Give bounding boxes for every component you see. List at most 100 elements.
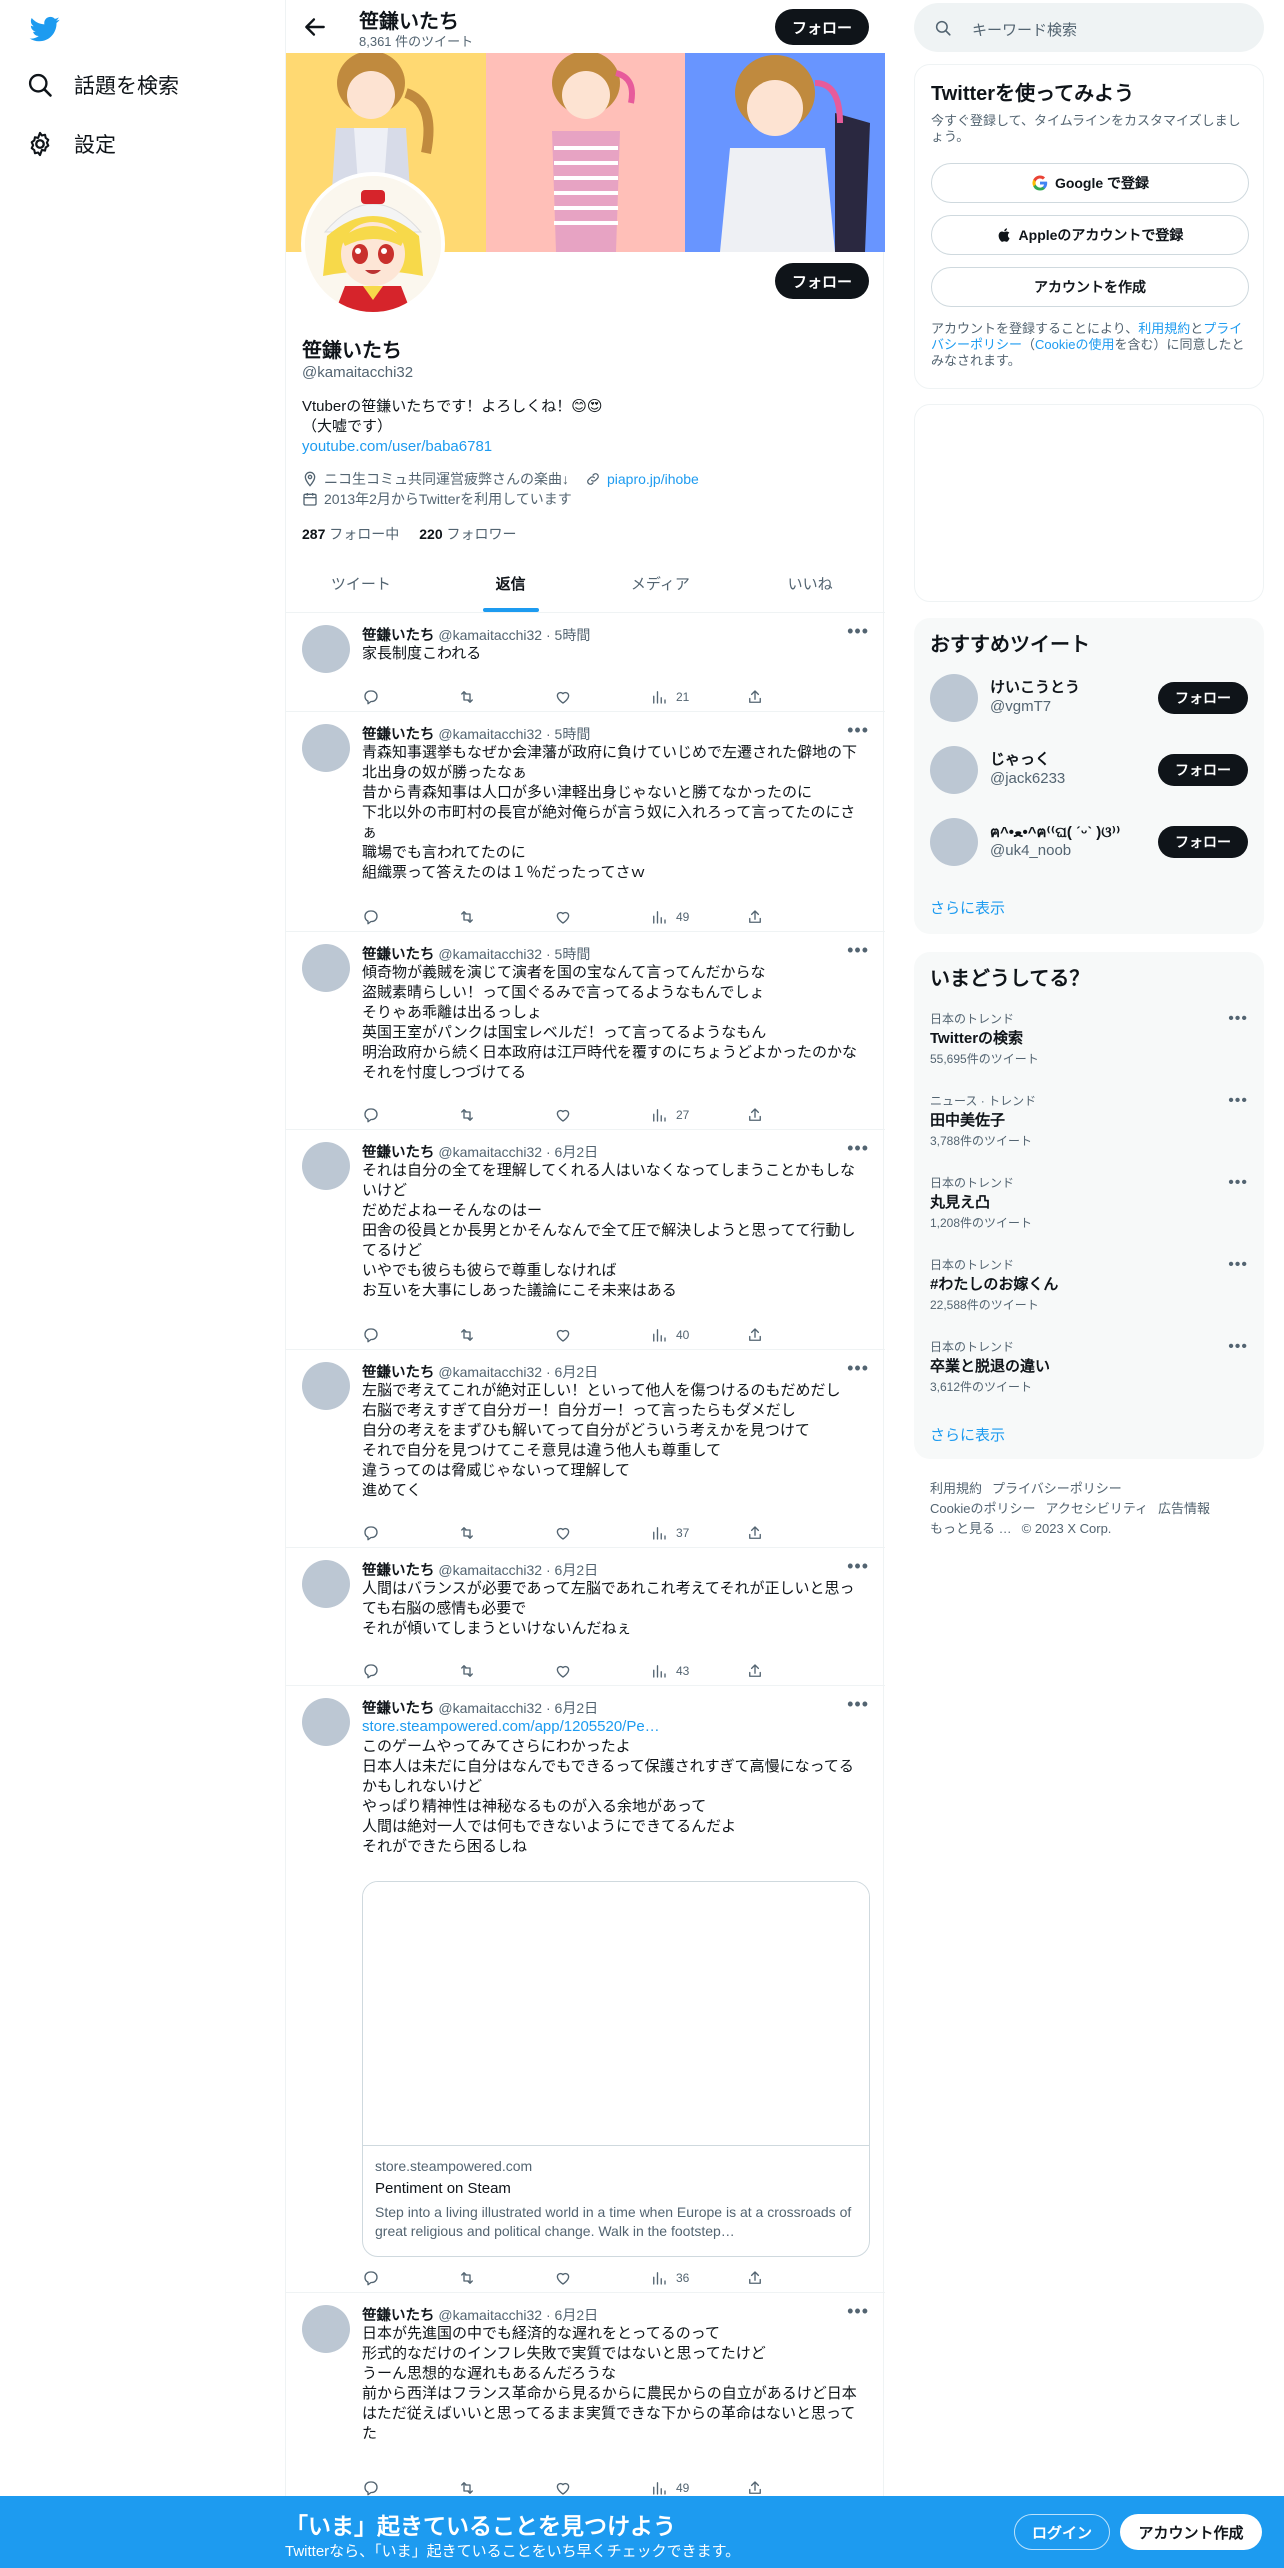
avatar[interactable] xyxy=(302,1560,350,1608)
more-options-icon[interactable]: ••• xyxy=(847,1358,869,1379)
views-button[interactable]: 36 xyxy=(650,2269,689,2287)
tweet-meta[interactable]: @kamaitacchi32 · 6月2日 xyxy=(438,1700,598,1716)
more-options-icon[interactable]: ••• xyxy=(847,940,869,961)
avatar[interactable] xyxy=(302,1142,350,1190)
more-options-icon[interactable]: ••• xyxy=(1228,1092,1248,1110)
retweet-button[interactable] xyxy=(458,688,476,706)
following-stat[interactable]: 287 フォロー中 xyxy=(302,524,399,544)
signup-button[interactable]: アカウント作成 xyxy=(1120,2514,1262,2550)
recommend-user[interactable]: けいこうとう @vgmT7 フォロー xyxy=(930,672,1248,724)
tweet-meta[interactable]: @kamaitacchi32 · 5時間 xyxy=(438,627,590,643)
footer-link[interactable]: Cookieのポリシー xyxy=(930,1501,1035,1516)
trend-item[interactable]: ニュース · トレンド 田中美佐子 3,788件のツイート ••• xyxy=(930,1092,1248,1162)
tweet-author-name[interactable]: 笹鎌いたち xyxy=(362,1365,435,1381)
followers-stat[interactable]: 220 フォロワー xyxy=(419,524,516,544)
footer-link[interactable]: アクセシビリティ xyxy=(1045,1501,1148,1516)
more-options-icon[interactable]: ••• xyxy=(847,1694,869,1715)
like-button[interactable] xyxy=(554,1524,572,1542)
recommend-user-name[interactable]: じゃっく xyxy=(990,748,1050,769)
cookie-link[interactable]: Cookieの使用 xyxy=(1035,337,1114,352)
recommend-user-name[interactable]: ฅ^•ﻌ•^ฅ⁽⁽ଘ( ˊᵕˋ )ଓ⁾⁾ xyxy=(990,820,1120,844)
footer-link[interactable]: 利用規約 xyxy=(930,1481,982,1496)
tweet-link[interactable]: store.steampowered.com/app/1205520/Pe… xyxy=(362,1717,872,1737)
reply-button[interactable] xyxy=(362,908,380,926)
share-button[interactable] xyxy=(746,1326,764,1344)
retweet-button[interactable] xyxy=(458,908,476,926)
views-button[interactable]: 43 xyxy=(650,1662,689,1680)
reply-button[interactable] xyxy=(362,2479,380,2497)
tweet-author-name[interactable]: 笹鎌いたち xyxy=(362,727,435,743)
profile-follow-button[interactable]: フォロー xyxy=(775,263,869,299)
like-button[interactable] xyxy=(554,2269,572,2287)
retweet-button[interactable] xyxy=(458,1326,476,1344)
views-button[interactable]: 21 xyxy=(650,688,689,706)
nav-explore[interactable]: 話題を検索 xyxy=(26,70,179,100)
share-button[interactable] xyxy=(746,1662,764,1680)
trend-item[interactable]: 日本のトレンド 卒業と脱退の違い 3,612件のツイート ••• xyxy=(930,1338,1248,1408)
tweet-meta[interactable]: @kamaitacchi32 · 6月2日 xyxy=(438,1562,598,1578)
recommend-user[interactable]: ฅ^•ﻌ•^ฅ⁽⁽ଘ( ˊᵕˋ )ଓ⁾⁾ @uk4_noob フォロー xyxy=(930,816,1248,868)
reply-button[interactable] xyxy=(362,1662,380,1680)
tweet[interactable]: 笹鎌いたち @kamaitacchi32 · 6月2日 ••• それは自分の全てを理… xyxy=(286,1130,885,1350)
more-options-icon[interactable]: ••• xyxy=(847,720,869,741)
like-button[interactable] xyxy=(554,1326,572,1344)
tab-replies[interactable]: 返信 xyxy=(436,555,586,612)
tweet-meta[interactable]: @kamaitacchi32 · 5時間 xyxy=(438,726,590,742)
share-button[interactable] xyxy=(746,2479,764,2497)
nav-settings[interactable]: 設定 xyxy=(26,129,116,159)
tweet[interactable]: 笹鎌いたち @kamaitacchi32 · 6月2日 ••• 人間はバランスが必要… xyxy=(286,1548,885,1686)
views-button[interactable]: 49 xyxy=(650,908,689,926)
tweet[interactable]: 笹鎌いたち @kamaitacchi32 · 6月2日 ••• store.stea… xyxy=(286,1686,885,2293)
views-button[interactable]: 49 xyxy=(650,2479,689,2497)
more-options-icon[interactable]: ••• xyxy=(1228,1010,1248,1028)
tweet-meta[interactable]: @kamaitacchi32 · 6月2日 xyxy=(438,2307,598,2323)
tweet-author-name[interactable]: 笹鎌いたち xyxy=(362,1145,435,1161)
tweet-author-name[interactable]: 笹鎌いたち xyxy=(362,1563,435,1579)
recommend-more-link[interactable]: さらに表示 xyxy=(930,897,1005,918)
like-button[interactable] xyxy=(554,908,572,926)
tab-likes[interactable]: いいね xyxy=(735,555,885,612)
retweet-button[interactable] xyxy=(458,1106,476,1124)
tweet[interactable]: 笹鎌いたち @kamaitacchi32 · 5時間 ••• 青森知事選挙もなぜか会… xyxy=(286,712,885,932)
tweet[interactable]: 笹鎌いたち @kamaitacchi32 · 6月2日 ••• 日本が先進国の中でも… xyxy=(286,2293,885,2503)
apple-signup-button[interactable]: Appleのアカウントで登録 xyxy=(931,215,1249,255)
views-button[interactable]: 37 xyxy=(650,1524,689,1542)
tweet[interactable]: 笹鎌いたち @kamaitacchi32 · 5時間 ••• 家長制度こわれる 21 xyxy=(286,613,885,712)
retweet-button[interactable] xyxy=(458,2269,476,2287)
tweet-meta[interactable]: @kamaitacchi32 · 6月2日 xyxy=(438,1364,598,1380)
footer-link[interactable]: プライバシーポリシー xyxy=(992,1481,1122,1496)
views-button[interactable]: 27 xyxy=(650,1106,689,1124)
more-options-icon[interactable]: ••• xyxy=(1228,1174,1248,1192)
reply-button[interactable] xyxy=(362,2269,380,2287)
trend-item[interactable]: 日本のトレンド 丸見え凸 1,208件のツイート ••• xyxy=(930,1174,1248,1244)
recommend-follow-button[interactable]: フォロー xyxy=(1158,754,1248,786)
tweet-author-name[interactable]: 笹鎌いたち xyxy=(362,628,435,644)
footer-link[interactable]: 広告情報 xyxy=(1158,1501,1210,1516)
topbar-follow-button[interactable]: フォロー xyxy=(775,9,869,45)
profile-website[interactable]: piapro.jp/ihobe xyxy=(607,471,699,487)
share-button[interactable] xyxy=(746,908,764,926)
twitter-bird-icon[interactable] xyxy=(28,14,62,44)
avatar[interactable] xyxy=(302,1698,350,1746)
tweet[interactable]: 笹鎌いたち @kamaitacchi32 · 5時間 ••• 傾奇物が義賊を演じて演… xyxy=(286,932,885,1130)
avatar[interactable] xyxy=(302,625,350,673)
retweet-button[interactable] xyxy=(458,1524,476,1542)
tweet-meta[interactable]: @kamaitacchi32 · 5時間 xyxy=(438,946,590,962)
back-arrow-icon[interactable] xyxy=(302,14,328,40)
avatar[interactable] xyxy=(930,674,978,722)
more-options-icon[interactable]: ••• xyxy=(847,1138,869,1159)
avatar[interactable] xyxy=(302,724,350,772)
profile-avatar[interactable] xyxy=(301,172,445,316)
avatar[interactable] xyxy=(302,1362,350,1410)
recommend-follow-button[interactable]: フォロー xyxy=(1158,826,1248,858)
reply-button[interactable] xyxy=(362,1326,380,1344)
avatar[interactable] xyxy=(302,2305,350,2353)
tweet[interactable]: 笹鎌いたち @kamaitacchi32 · 6月2日 ••• 左脳で考えてこれが絶… xyxy=(286,1350,885,1548)
reply-button[interactable] xyxy=(362,688,380,706)
views-button[interactable]: 40 xyxy=(650,1326,689,1344)
create-account-button[interactable]: アカウントを作成 xyxy=(931,267,1249,307)
more-options-icon[interactable]: ••• xyxy=(847,621,869,642)
retweet-button[interactable] xyxy=(458,2479,476,2497)
like-button[interactable] xyxy=(554,688,572,706)
more-options-icon[interactable]: ••• xyxy=(847,2301,869,2322)
